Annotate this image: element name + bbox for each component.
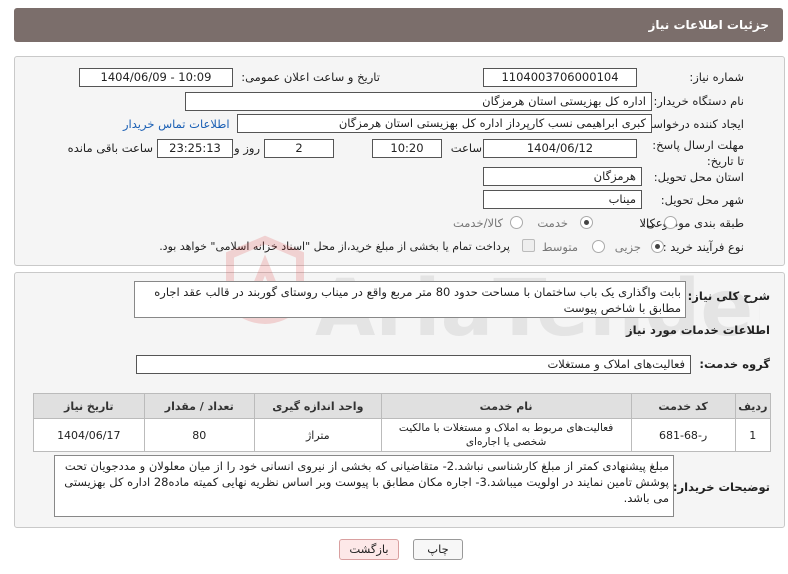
summary-textarea[interactable]: بابت واگذاری یک باب ساختمان با مساحت حدو… xyxy=(134,281,686,318)
services-section-title: اطلاعات خدمات مورد نیاز xyxy=(626,323,770,337)
deadline-label-text: مهلت ارسال پاسخ: تا تاریخ: xyxy=(652,138,744,168)
summary-label: شرح کلی نیاز: xyxy=(687,289,770,303)
remaining-time-field[interactable]: 23:25:13 xyxy=(157,139,233,158)
category-option-service: خدمت xyxy=(537,216,568,230)
buyer-notes-label: توضیحات خریدار: xyxy=(672,480,770,494)
service-group-field[interactable]: فعالیت‌های املاک و مستغلات xyxy=(136,355,691,374)
need-number-label: شماره نیاز: xyxy=(689,70,744,84)
days-label: روز و xyxy=(234,141,260,155)
buyer-contact-link[interactable]: اطلاعات تماس خریدار xyxy=(123,117,230,131)
page-title: جزئیات اطلاعات نیاز xyxy=(648,18,769,32)
remaining-label: ساعت باقی مانده xyxy=(67,141,153,155)
category-option-goods-service: کالا/خدمت xyxy=(452,216,503,230)
col-row: ردیف xyxy=(734,393,772,419)
category-radio-goods[interactable] xyxy=(664,216,677,229)
services-table-header: ردیف کد خدمت نام خدمت واحد اندازه گیری ت… xyxy=(33,393,772,419)
back-button[interactable]: بازگشت xyxy=(339,539,399,560)
deadline-time-label: ساعت xyxy=(450,141,482,155)
cell-name: فعالیت‌های مربوط به املاک و مستغلات با م… xyxy=(380,418,632,452)
buyer-notes-textarea[interactable]: مبلغ پیشنهادی کمتر از مبلغ کارشناسی نباش… xyxy=(54,455,674,517)
city-label: شهر محل تحویل: xyxy=(660,193,744,207)
cell-date: 1404/06/17 xyxy=(33,418,145,452)
category-option-goods: کالا xyxy=(639,216,655,230)
province-label: استان محل تحویل: xyxy=(653,170,744,184)
service-group-label: گروه خدمت: xyxy=(699,357,770,371)
col-unit: واحد اندازه گیری xyxy=(254,393,382,419)
col-qty: تعداد / مقدار xyxy=(143,393,256,419)
col-code: کد خدمت xyxy=(630,393,736,419)
services-table: ردیف کد خدمت نام خدمت واحد اندازه گیری ت… xyxy=(33,393,772,452)
category-label: طبقه بندی موضوعی: xyxy=(642,216,744,230)
col-date: تاریخ نیاز xyxy=(33,393,145,419)
province-field[interactable]: هرمزگان xyxy=(483,167,642,186)
cell-unit: متراژ xyxy=(254,418,382,452)
announce-datetime-field[interactable]: 1404/06/09 - 10:09 xyxy=(79,68,233,87)
deadline-date-field[interactable]: 1404/06/12 xyxy=(483,139,637,158)
announce-label: تاریخ و ساعت اعلان عمومی: xyxy=(241,70,380,84)
cell-row: 1 xyxy=(734,418,772,452)
category-radio-service[interactable] xyxy=(580,216,593,229)
need-number-field[interactable]: 1104003706000104 xyxy=(483,68,637,87)
deadline-label: مهلت ارسال پاسخ: تا تاریخ: xyxy=(644,137,744,169)
page-header: جزئیات اطلاعات نیاز xyxy=(14,8,783,42)
table-row[interactable]: 1 ر-68-681 فعالیت‌های مربوط به املاک و م… xyxy=(33,418,772,452)
category-radio-goods-service[interactable] xyxy=(510,216,523,229)
days-field[interactable]: 2 xyxy=(264,139,334,158)
requester-label: ایجاد کننده درخواست: xyxy=(638,117,744,131)
cell-qty: 80 xyxy=(143,418,256,452)
city-field[interactable]: میناب xyxy=(483,190,642,209)
buyer-org-field[interactable]: اداره کل بهزیستی استان هرمزگان xyxy=(185,92,652,111)
print-button[interactable]: چاپ xyxy=(413,539,463,560)
col-name: نام خدمت xyxy=(380,393,632,419)
cell-code: ر-68-681 xyxy=(630,418,736,452)
deadline-time-field[interactable]: 10:20 xyxy=(372,139,442,158)
buyer-org-label: نام دستگاه خریدار: xyxy=(653,94,744,108)
requester-field[interactable]: کبری ابراهیمی نسب کارپرداز اداره کل بهزی… xyxy=(237,114,652,133)
